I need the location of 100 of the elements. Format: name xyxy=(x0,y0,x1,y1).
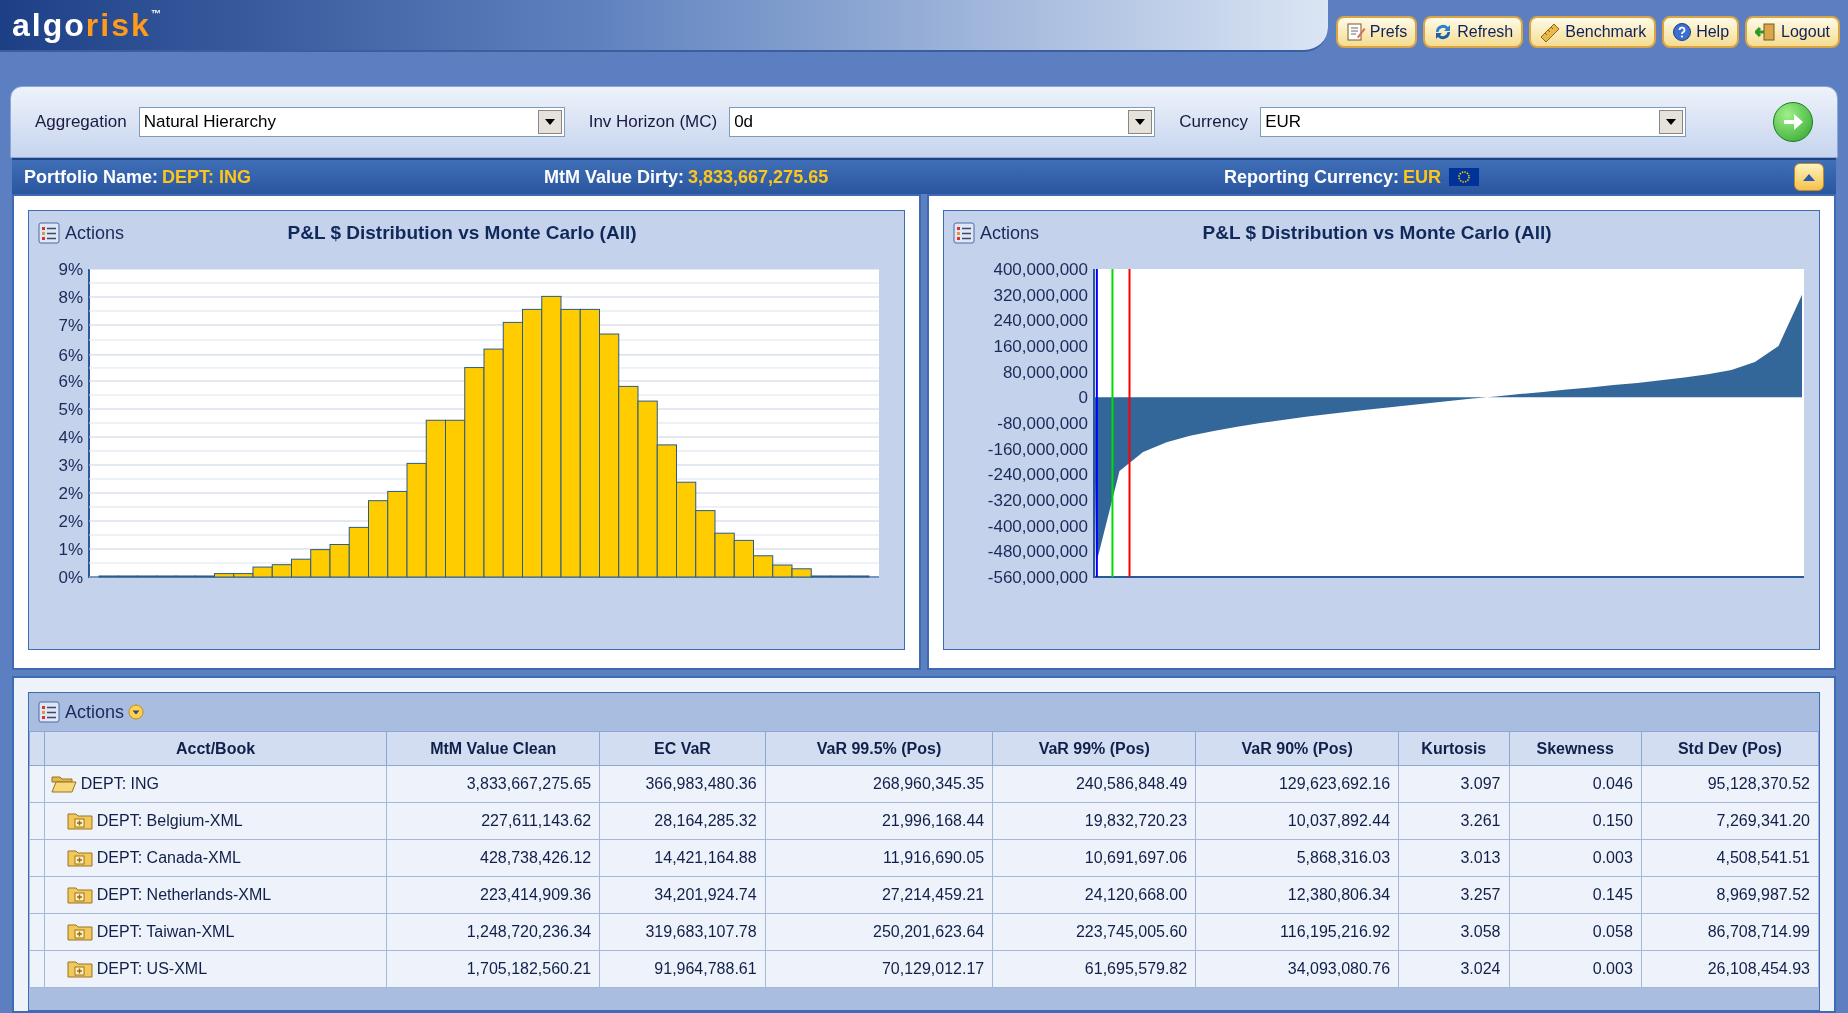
go-button[interactable] xyxy=(1773,102,1813,142)
info-label: Reporting Currency: xyxy=(1224,165,1400,189)
select-field[interactable]: EUR xyxy=(1260,107,1687,137)
table-cell: 70,129,012.17 xyxy=(765,950,993,988)
select-field[interactable]: Natural Hierarchy xyxy=(138,107,565,137)
table-cell: 34,201,924.74 xyxy=(599,876,766,914)
column-header[interactable]: Std Dev (Pos) xyxy=(1641,731,1819,766)
toolbar-button[interactable]: Prefs xyxy=(1335,16,1418,48)
axis-label: -400,000,000 xyxy=(987,516,1088,536)
axis-label: -480,000,000 xyxy=(987,542,1088,562)
table-cell: 366,983,480.36 xyxy=(599,765,766,803)
table-cell: 223,745,005.60 xyxy=(992,913,1196,951)
tree-label: DEPT: ING xyxy=(80,774,160,794)
field-label: Currency xyxy=(1179,111,1249,134)
table-cell: 0.058 xyxy=(1509,913,1642,951)
table-cell: 319,683,107.78 xyxy=(599,913,766,951)
table-cell: 1,705,182,560.21 xyxy=(386,950,600,988)
table-cell: 27,214,459.21 xyxy=(765,876,993,914)
table-cell: 250,201,623.64 xyxy=(765,913,993,951)
info-value: 3,833,667,275.65 xyxy=(688,165,829,189)
table-cell: 3.024 xyxy=(1398,950,1509,988)
table-cell: 227,611,143.62 xyxy=(386,802,600,840)
table-cell: 3,833,667,275.65 xyxy=(386,765,600,803)
axis-label: 0% xyxy=(58,568,83,587)
toolbar-button[interactable]: Logout xyxy=(1745,16,1840,48)
table-cell: 223,414,909.36 xyxy=(386,876,600,914)
select-field[interactable]: 0d xyxy=(729,107,1156,137)
table-cell: 10,037,892.44 xyxy=(1195,802,1399,840)
field-label: Aggregation xyxy=(35,111,127,134)
table-cell: 0.046 xyxy=(1509,765,1642,803)
axis-label: -240,000,000 xyxy=(987,465,1088,485)
column-header[interactable]: Acct/Book xyxy=(44,731,387,766)
axis-label: 5% xyxy=(58,400,83,419)
chart-title: P&L $ Distribution vs Monte Carlo (All) xyxy=(1201,220,1553,245)
column-header[interactable]: Kurtosis xyxy=(1398,731,1509,766)
column-header[interactable]: MtM Value Clean xyxy=(386,731,600,766)
axis-label: 160,000,000 xyxy=(993,337,1088,356)
axis-label: 1% xyxy=(58,540,83,559)
table-cell: 3.058 xyxy=(1398,913,1509,951)
axis-label: 320,000,000 xyxy=(993,285,1088,305)
column-header[interactable]: VaR 90% (Pos) xyxy=(1195,731,1399,766)
flag-icon xyxy=(1449,168,1480,186)
table-cell: 26,108,454.93 xyxy=(1641,950,1819,988)
info-value: EUR xyxy=(1403,165,1442,189)
axis-label: 6% xyxy=(58,372,83,391)
axis-label: 0 xyxy=(1078,388,1088,408)
table-cell: 3.097 xyxy=(1398,765,1509,803)
actions-menu[interactable]: Actions xyxy=(952,219,1040,247)
table-cell: 19,832,720.23 xyxy=(992,802,1196,840)
caret-icon xyxy=(128,704,145,720)
chart-title: P&L $ Distribution vs Monte Carlo (All) xyxy=(286,220,638,245)
actions-menu[interactable]: Actions xyxy=(37,698,145,726)
toolbar-button[interactable]: Benchmark xyxy=(1529,16,1657,48)
actions-menu[interactable]: Actions xyxy=(37,219,125,247)
table-cell: 24,120,668.00 xyxy=(992,876,1196,914)
table-cell: 5,868,316.03 xyxy=(1195,839,1399,877)
column-header[interactable]: EC VaR xyxy=(599,731,766,766)
column-header[interactable]: VaR 99% (Pos) xyxy=(992,731,1196,766)
table-cell: 8,969,987.52 xyxy=(1641,876,1819,914)
axis-label: 2% xyxy=(58,484,83,503)
table-cell: 11,916,690.05 xyxy=(765,839,993,877)
table-cell: 7,269,341.20 xyxy=(1641,802,1819,840)
toolbar-button[interactable]: Help xyxy=(1662,16,1740,48)
table-cell: 268,960,345.35 xyxy=(765,765,993,803)
column-header[interactable]: Skewness xyxy=(1509,731,1642,766)
table-cell: 61,695,579.82 xyxy=(992,950,1196,988)
list-icon xyxy=(37,700,61,724)
table-cell: 1,248,720,236.34 xyxy=(386,913,600,951)
info-label: Portfolio Name: xyxy=(24,165,158,189)
table-cell: 129,623,692.16 xyxy=(1195,765,1399,803)
axis-label: 9% xyxy=(58,260,83,279)
axis-label: -80,000,000 xyxy=(997,414,1088,433)
axis-label: -160,000,000 xyxy=(987,439,1088,459)
collapse-button[interactable] xyxy=(1794,163,1824,191)
list-icon xyxy=(37,221,61,245)
notepad-pencil-icon xyxy=(1345,22,1366,42)
tree-label: DEPT: Netherlands-XML xyxy=(96,885,272,905)
table-cell: 86,708,714.99 xyxy=(1641,913,1819,951)
help-icon xyxy=(1672,22,1693,42)
ruler-icon xyxy=(1539,22,1562,42)
info-label: MtM Value Dirty: xyxy=(544,165,685,189)
axis-label: 7% xyxy=(58,316,83,335)
table-cell: 428,738,426.12 xyxy=(386,839,600,877)
axis-label: 8% xyxy=(58,288,83,307)
toolbar-button[interactable]: Refresh xyxy=(1423,16,1524,48)
table-cell: 95,128,370.52 xyxy=(1641,765,1819,803)
info-value: DEPT: ING xyxy=(162,165,252,189)
list-icon xyxy=(952,221,976,245)
table-cell: 3.013 xyxy=(1398,839,1509,877)
table-cell: 0.150 xyxy=(1509,802,1642,840)
table-cell: 0.003 xyxy=(1509,950,1642,988)
column-header[interactable]: VaR 99.5% (Pos) xyxy=(765,731,993,766)
table-cell: 34,093,080.76 xyxy=(1195,950,1399,988)
axis-label: 2% xyxy=(58,512,83,531)
axis-label: 400,000,000 xyxy=(993,260,1088,279)
axis-label: 6% xyxy=(58,345,83,365)
table-cell: 91,964,788.61 xyxy=(599,950,766,988)
tree-label: DEPT: Canada-XML xyxy=(96,848,241,868)
axis-label: -560,000,000 xyxy=(987,568,1088,587)
table-cell: 12,380,806.34 xyxy=(1195,876,1399,914)
